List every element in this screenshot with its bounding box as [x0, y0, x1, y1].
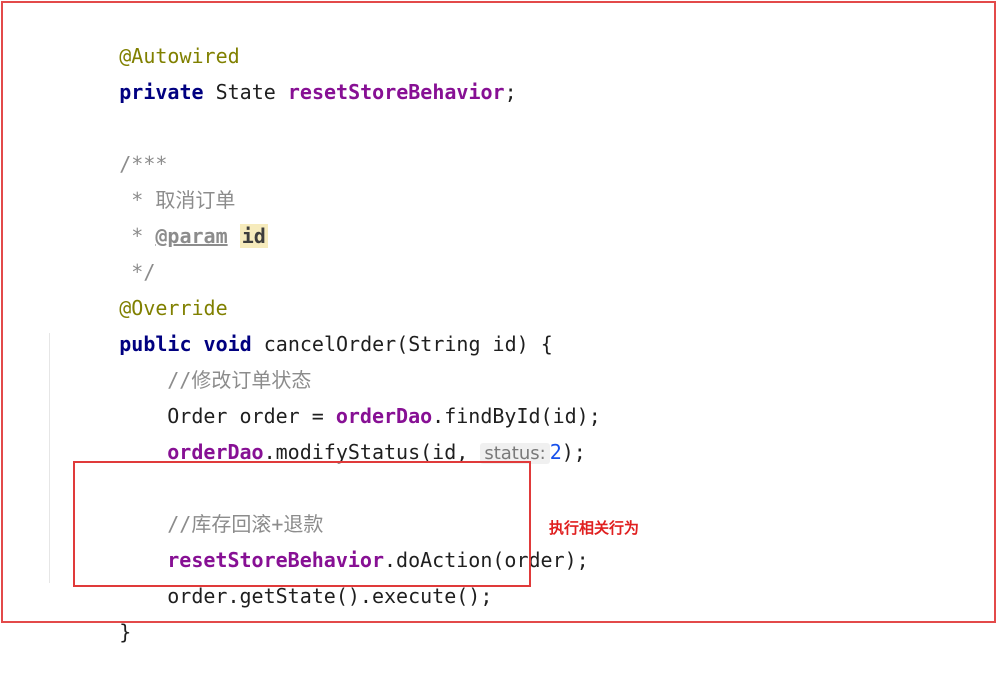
doc-param-tag: @param: [155, 224, 228, 248]
code-line-autowired: @Autowired: [47, 11, 239, 68]
annotation-note: 执行相关行为: [549, 519, 640, 537]
code-line-doc-close: */: [47, 227, 155, 284]
code-screenshot-frame: @Autowired private State resetStoreBehav…: [1, 1, 996, 644]
status-value: 2: [549, 440, 562, 464]
code-line-override: @Override: [47, 263, 227, 320]
code-line-doc-param: * @param id: [47, 191, 268, 248]
code-line-method-signature: public void cancelOrder(String id) {: [47, 299, 553, 356]
code-line-field-declaration: private State resetStoreBehavior;: [47, 47, 516, 104]
code-line-doc-title: * 取消订单: [47, 155, 235, 212]
semicolon: ;: [504, 80, 517, 104]
code-editor: @Autowired private State resetStoreBehav…: [3, 3, 994, 644]
highlight-box: [73, 461, 531, 587]
code-line-doc-open: /***: [47, 119, 167, 176]
code-line-comment-modify-status: //修改订单状态: [95, 335, 311, 392]
code-line-closing-brace: }: [47, 587, 131, 644]
reset-store-behavior-field: resetStoreBehavior: [287, 80, 505, 104]
state-type: State: [215, 80, 276, 104]
closing-brace: }: [119, 620, 132, 644]
code-line-order-find: Order order = orderDao.findById(id);: [95, 371, 600, 428]
close-call: );: [561, 440, 586, 464]
private-keyword: private: [119, 80, 204, 104]
code-line-modify-status: orderDao.modifyStatus(id, status: 2);: [95, 407, 586, 464]
execute-call: order.getState().execute();: [167, 584, 493, 608]
indent-guide: [49, 333, 50, 583]
doc-param-name: id: [239, 224, 268, 248]
